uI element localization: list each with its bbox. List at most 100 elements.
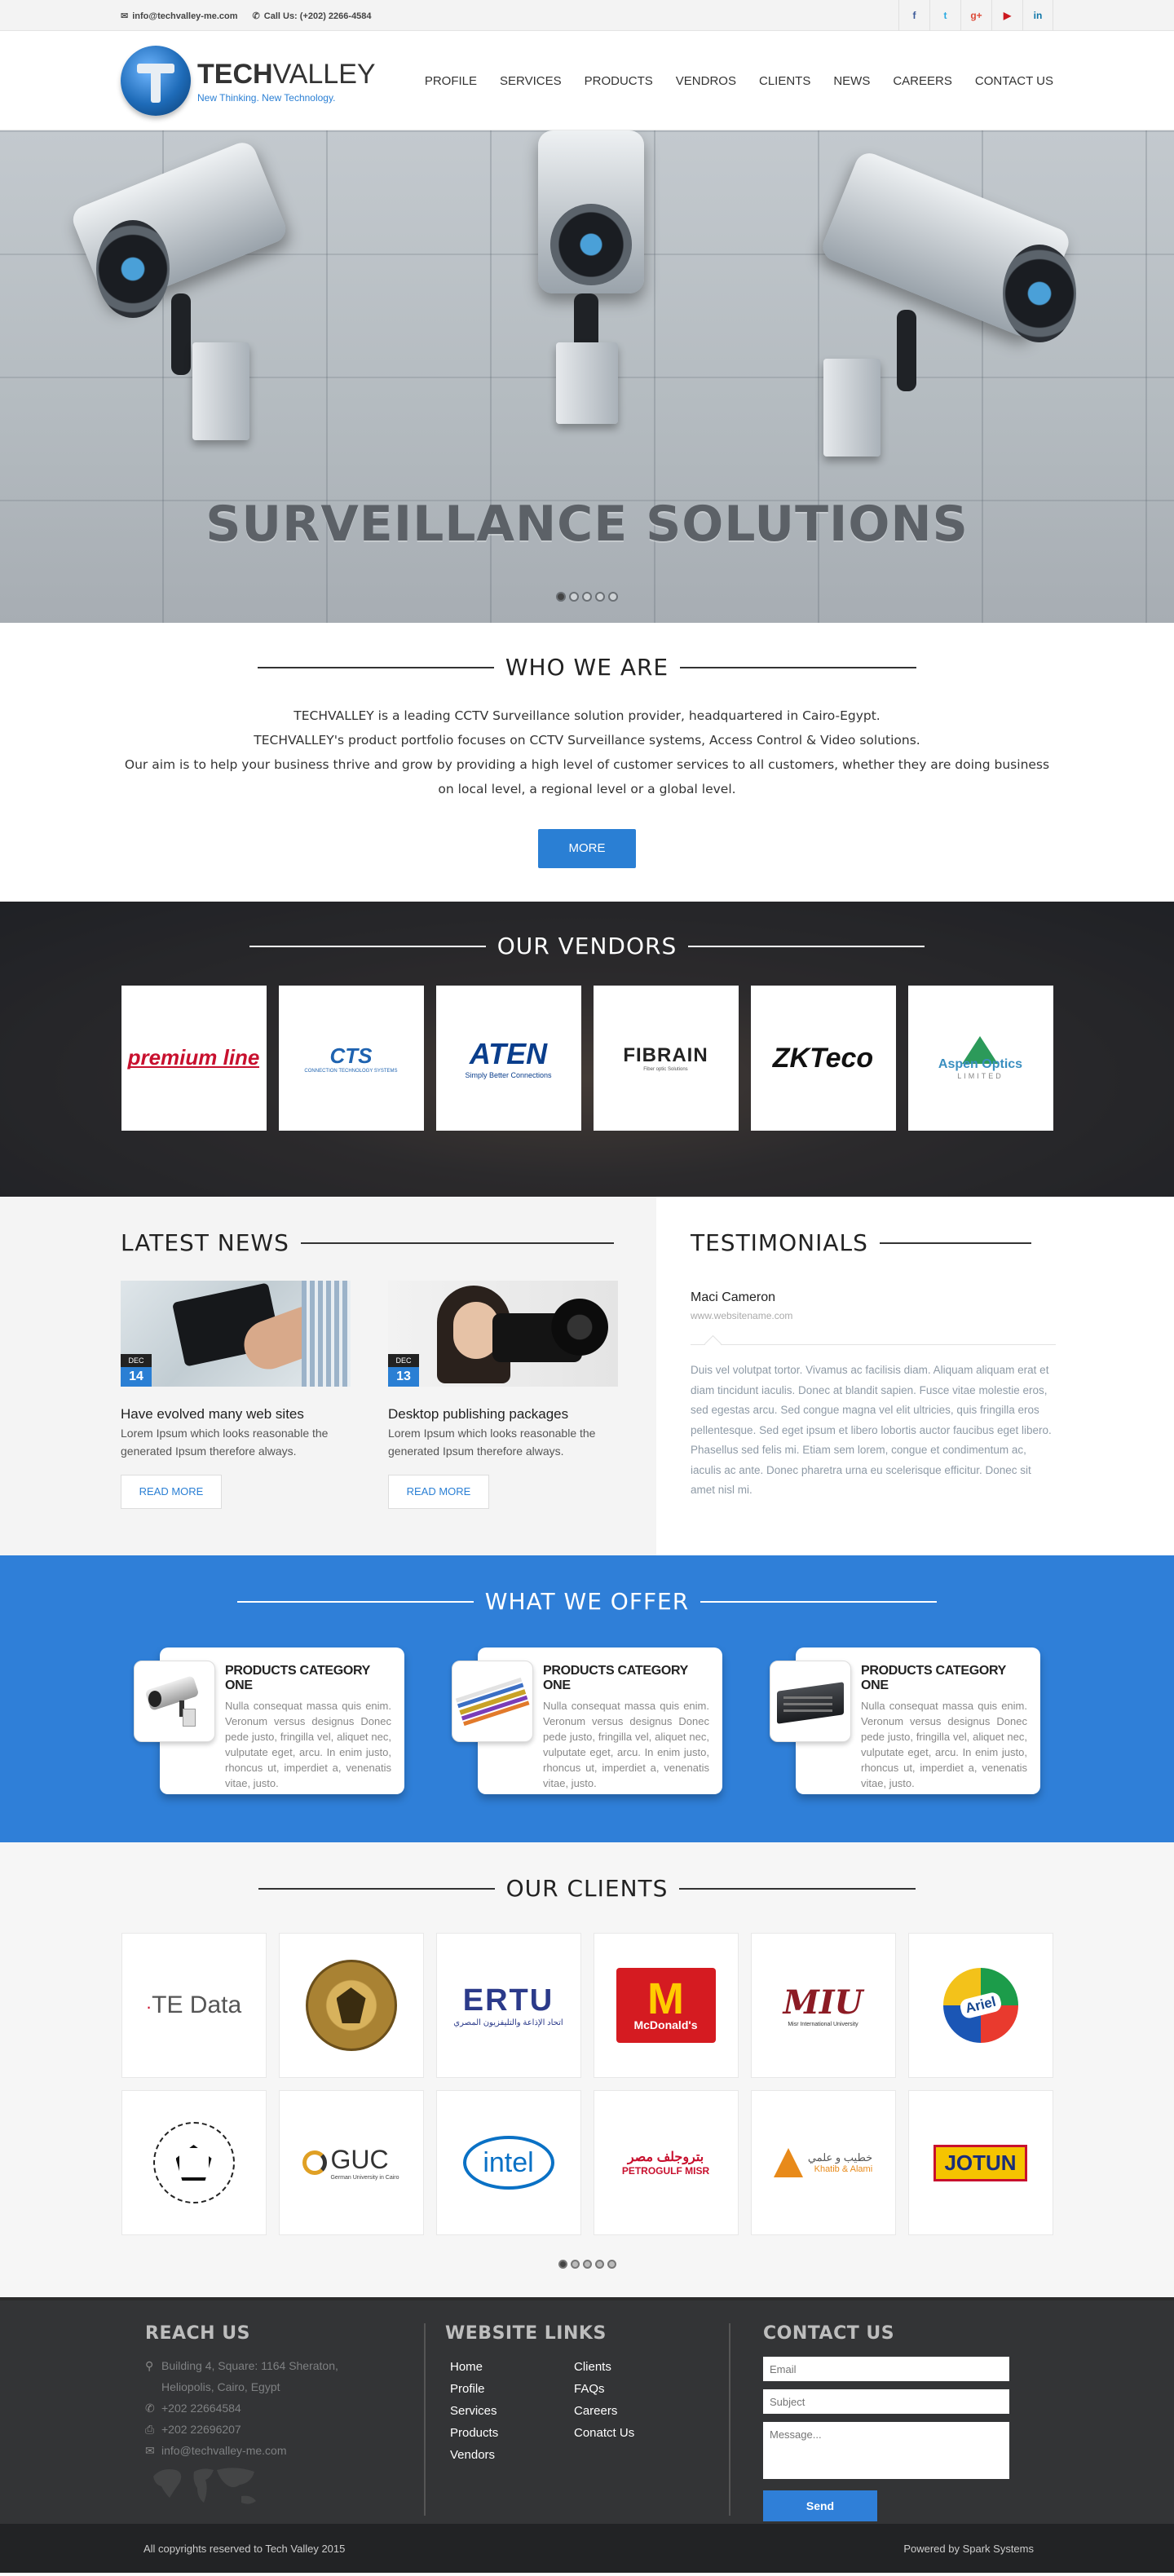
vendor-logo-fibrain-text: FIBRAIN xyxy=(623,1044,708,1066)
hero-slide-dot[interactable] xyxy=(582,592,592,602)
client-logo-khatib-alami: خطيب و علمي Khatib & Alami xyxy=(773,2148,873,2177)
footer-fax: ⎙ +202 22696207 xyxy=(145,2419,424,2440)
client-card-guc[interactable]: GUC German University in Cairo xyxy=(278,2090,424,2235)
client-card-petrogulf[interactable]: بتروجلف مصر PETROGULF MISR xyxy=(593,2090,739,2235)
dvr-recorder-thumb[interactable] xyxy=(770,1661,851,1742)
nav-careers[interactable]: CAREERS xyxy=(893,74,952,88)
client-card-ertu[interactable]: ERTU اتحاد الإذاعة والتليفزيون المصري xyxy=(435,1933,581,2078)
news-image-tablet[interactable]: DEC 14 xyxy=(121,1281,351,1387)
news-date-badge: DEC 14 xyxy=(121,1354,152,1387)
hero-slide-dot[interactable] xyxy=(595,592,605,602)
offer-card-title[interactable]: PRODUCTS CATEGORY ONE xyxy=(861,1664,1027,1693)
footer-link-products[interactable]: Products xyxy=(445,2426,569,2440)
hero-slide-dot[interactable] xyxy=(608,592,618,602)
client-card-jotun[interactable]: JOTUN xyxy=(907,2090,1053,2235)
footer-email-text[interactable]: info@techvalley-me.com xyxy=(161,2444,287,2457)
client-card-te-data[interactable]: ·TE Data xyxy=(121,1933,267,2078)
client-logo-khatib-text: Khatib & Alami xyxy=(814,2164,873,2174)
vendor-card-fibrain[interactable]: FIBRAIN Fiber optic Solutions xyxy=(593,986,739,1131)
cctv-camera-thumb[interactable] xyxy=(134,1661,215,1742)
client-card-ariel[interactable]: Ariel xyxy=(907,1933,1053,2078)
client-card-intel[interactable]: intel xyxy=(435,2090,581,2235)
offer-card-title[interactable]: PRODUCTS CATEGORY ONE xyxy=(225,1664,391,1693)
offer-card[interactable]: PRODUCTS CATEGORY ONE Nulla consequat ma… xyxy=(134,1647,404,1794)
twitter-icon[interactable]: t xyxy=(929,0,960,31)
network-cables-thumb[interactable] xyxy=(452,1661,533,1742)
nav-services[interactable]: SERVICES xyxy=(500,74,562,88)
offer-card[interactable]: PRODUCTS CATEGORY ONE Nulla consequat ma… xyxy=(770,1647,1040,1794)
footer-fax-text: +202 22696207 xyxy=(161,2423,241,2436)
who-line-3: Our aim is to help your business thrive … xyxy=(124,757,1050,772)
footer-link-home[interactable]: Home xyxy=(445,2360,569,2374)
footer-link-faqs[interactable]: FAQs xyxy=(569,2382,700,2396)
footer-link-clients[interactable]: Clients xyxy=(569,2360,700,2374)
contact-us-title: CONTACT US xyxy=(763,2323,895,2344)
email-field[interactable] xyxy=(763,2357,1009,2381)
news-title: LATEST NEWS xyxy=(121,1229,289,1256)
nav-news[interactable]: NEWS xyxy=(833,74,870,88)
client-card-miu[interactable]: MIU Misr International University xyxy=(750,1933,896,2078)
linkedin-icon[interactable]: in xyxy=(1022,0,1053,31)
hero-slide-dot[interactable] xyxy=(556,592,566,602)
offer-card[interactable]: PRODUCTS CATEGORY ONE Nulla consequat ma… xyxy=(452,1647,722,1794)
top-email-text[interactable]: info@techvalley-me.com xyxy=(132,11,237,21)
network-cables-icon xyxy=(452,1667,532,1735)
news-item-title[interactable]: Have evolved many web sites xyxy=(121,1406,351,1423)
nav-products[interactable]: PRODUCTS xyxy=(585,74,653,88)
client-card-egypt-emblem[interactable] xyxy=(278,1933,424,2078)
guc-swirl-icon xyxy=(302,2150,328,2175)
footer-link-profile[interactable]: Profile xyxy=(445,2382,569,2396)
footer-link-vendors[interactable]: Vendors xyxy=(445,2448,569,2462)
title-rule xyxy=(680,666,917,668)
client-card-mcdonalds[interactable]: M McDonald's xyxy=(593,1933,739,2078)
news-item-text: Lorem Ipsum which looks reasonable the g… xyxy=(121,1427,329,1458)
testimonials-title: TESTIMONIALS xyxy=(691,1229,868,1256)
powered-by-link[interactable]: Powered by Spark Systems xyxy=(903,2543,1034,2555)
testimonial-website[interactable]: www.websitename.com xyxy=(691,1310,1174,1321)
news-item: DEC 14 Have evolved many web sites Lorem… xyxy=(121,1281,351,1509)
nav-vendros[interactable]: VENDROS xyxy=(676,74,736,88)
youtube-icon[interactable]: ▶ xyxy=(991,0,1022,31)
nav-clients[interactable]: CLIENTS xyxy=(759,74,810,88)
site-footer: REACH US ⚲ Building 4, Square: 1164 Shera… xyxy=(0,2297,1174,2524)
clients-slide-dot[interactable] xyxy=(570,2260,580,2269)
client-logo-miu-sub: Misr International University xyxy=(788,2022,858,2027)
section-title: LATEST NEWS xyxy=(121,1229,656,1256)
clients-slide-dot[interactable] xyxy=(558,2260,567,2269)
top-email[interactable]: ✉ info@techvalley-me.com xyxy=(121,11,238,21)
offer-card-title[interactable]: PRODUCTS CATEGORY ONE xyxy=(543,1664,709,1693)
clients-slide-dot[interactable] xyxy=(594,2260,604,2269)
client-card-japan-university[interactable] xyxy=(121,2090,267,2235)
subject-field[interactable] xyxy=(763,2389,1009,2414)
hero-slide-dot[interactable] xyxy=(569,592,579,602)
message-field[interactable] xyxy=(763,2422,1009,2479)
facebook-icon[interactable]: f xyxy=(898,0,929,31)
clients-slide-dot[interactable] xyxy=(582,2260,592,2269)
nav-contact-us[interactable]: CONTACT US xyxy=(975,74,1053,88)
read-more-button[interactable]: READ MORE xyxy=(388,1475,489,1509)
vendor-card-zkteco[interactable]: ZKTeco xyxy=(750,986,896,1131)
google-plus-icon[interactable]: g+ xyxy=(960,0,991,31)
client-card-khatib-alami[interactable]: خطيب و علمي Khatib & Alami xyxy=(750,2090,896,2235)
news-image-photographer[interactable]: DEC 13 xyxy=(388,1281,618,1387)
more-button[interactable]: MORE xyxy=(538,829,636,868)
footer-email[interactable]: ✉ info@techvalley-me.com xyxy=(145,2440,424,2461)
section-title: OUR VENDORS xyxy=(121,933,1053,959)
title-rule xyxy=(688,945,925,947)
send-button[interactable]: Send xyxy=(763,2490,877,2521)
vendor-card-aspen-optics[interactable]: Aspen Optics LIMITED xyxy=(907,986,1053,1131)
vendor-card-cts[interactable]: CTS CONNECTION TECHNOLOGY SYSTEMS xyxy=(278,986,424,1131)
read-more-button[interactable]: READ MORE xyxy=(121,1475,222,1509)
footer-link-services[interactable]: Services xyxy=(445,2404,569,2418)
camera-left xyxy=(49,138,294,489)
vendor-card-premium-line[interactable]: premium line xyxy=(121,986,267,1131)
clients-slide-dot[interactable] xyxy=(607,2260,616,2269)
vendor-card-aten[interactable]: ATEN Simply Better Connections xyxy=(435,986,581,1131)
footer-link-conatct-us[interactable]: Conatct Us xyxy=(569,2426,700,2440)
title-rule xyxy=(258,1887,495,1890)
nav-profile[interactable]: PROFILE xyxy=(425,74,477,88)
footer-link-careers[interactable]: Careers xyxy=(569,2404,700,2418)
news-item-title[interactable]: Desktop publishing packages xyxy=(388,1406,618,1423)
footer-links-list: Home Clients Profile FAQs Services Careers Pro… xyxy=(445,2360,729,2462)
logo[interactable]: TECHVALLEY New Thinking. New Technology. xyxy=(121,46,376,116)
